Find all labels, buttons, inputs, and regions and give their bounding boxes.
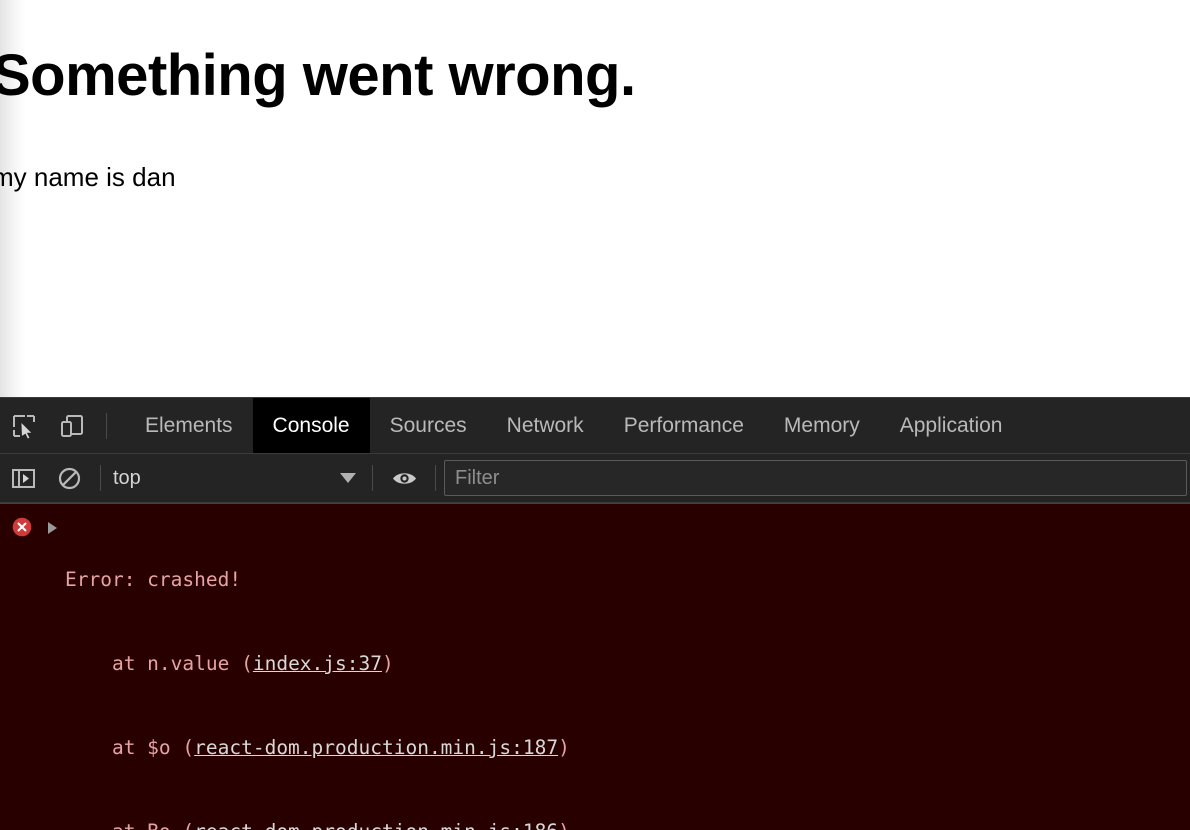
- live-expression-eye-icon: [391, 466, 418, 491]
- expand-error-triangle-icon[interactable]: [48, 522, 57, 534]
- console-toolbar: top: [0, 454, 1190, 503]
- tab-sources[interactable]: Sources: [370, 398, 487, 453]
- console-filter-input[interactable]: [444, 460, 1187, 496]
- console-toolbar-divider-1: [100, 465, 101, 491]
- tab-network[interactable]: Network: [487, 398, 604, 453]
- web-page-viewport: Something went wrong. my name is dan: [0, 0, 1190, 397]
- screen-root: Something went wrong. my name is dan Ele…: [0, 0, 1190, 830]
- devtools-tabbar: Elements Console Sources Network Perform…: [0, 398, 1190, 454]
- stack-frame-link[interactable]: react-dom.production.min.js:186: [194, 820, 558, 830]
- device-toolbar-button[interactable]: [48, 398, 96, 453]
- stack-frame-suffix: ): [558, 736, 570, 759]
- stack-frame-link[interactable]: index.js:37: [253, 652, 382, 675]
- stack-frame-suffix: ): [381, 652, 394, 675]
- clear-console-button[interactable]: [46, 454, 92, 503]
- console-toolbar-divider-3: [435, 465, 436, 491]
- console-error-message[interactable]: Error: crashed! at n.value (index.js:37)…: [0, 504, 1190, 830]
- error-header: Error: crashed!: [65, 568, 242, 591]
- tab-network-label: Network: [506, 413, 584, 437]
- stack-frame: at $o (react-dom.production.min.js:187): [65, 734, 1190, 762]
- tab-memory-label: Memory: [783, 413, 860, 437]
- clear-console-icon: [57, 466, 82, 491]
- device-toolbar-icon: [59, 413, 85, 439]
- page-title: Something went wrong.: [0, 43, 636, 108]
- stack-frame-prefix: at Bo (: [65, 820, 194, 830]
- tab-elements[interactable]: Elements: [125, 398, 253, 453]
- execution-context-label: top: [113, 466, 141, 489]
- stack-frame: at Bo (react-dom.production.min.js:186): [65, 818, 1190, 830]
- tab-application[interactable]: Application: [880, 398, 1023, 453]
- stack-frame-prefix: at n.value (: [65, 652, 253, 675]
- tab-console-label: Console: [272, 413, 350, 437]
- stack-frame: at n.value (index.js:37): [65, 650, 1190, 678]
- tab-application-label: Application: [899, 413, 1003, 437]
- console-sidebar-icon: [11, 466, 36, 491]
- stack-frame-link[interactable]: react-dom.production.min.js:187: [194, 736, 558, 759]
- stack-frame-prefix: at $o (: [65, 736, 195, 759]
- console-error-text: Error: crashed! at n.value (index.js:37)…: [0, 510, 1190, 830]
- inspect-element-icon: [11, 413, 37, 439]
- console-output: Error: crashed! at n.value (index.js:37)…: [0, 503, 1190, 830]
- tab-console[interactable]: Console: [252, 398, 370, 453]
- console-sidebar-toggle-button[interactable]: [0, 454, 46, 503]
- stack-frame-suffix: ): [558, 820, 570, 830]
- console-toolbar-divider-2: [372, 465, 373, 491]
- execution-context-selector[interactable]: top: [109, 462, 364, 495]
- tab-sources-label: Sources: [389, 413, 467, 437]
- devtools-tab-list: Elements Console Sources Network Perform…: [125, 398, 1022, 453]
- live-expression-button[interactable]: [381, 454, 427, 503]
- tab-performance-label: Performance: [623, 413, 744, 437]
- devtools-panel: Elements Console Sources Network Perform…: [0, 397, 1190, 830]
- chevron-down-icon: [340, 473, 356, 483]
- inspect-element-button[interactable]: [0, 398, 48, 453]
- page-paragraph: my name is dan: [0, 162, 176, 192]
- tab-memory[interactable]: Memory: [764, 398, 880, 453]
- error-circle-icon: [12, 517, 32, 537]
- tab-performance[interactable]: Performance: [604, 398, 764, 453]
- toolbar-divider: [106, 412, 107, 439]
- tab-elements-label: Elements: [145, 413, 233, 437]
